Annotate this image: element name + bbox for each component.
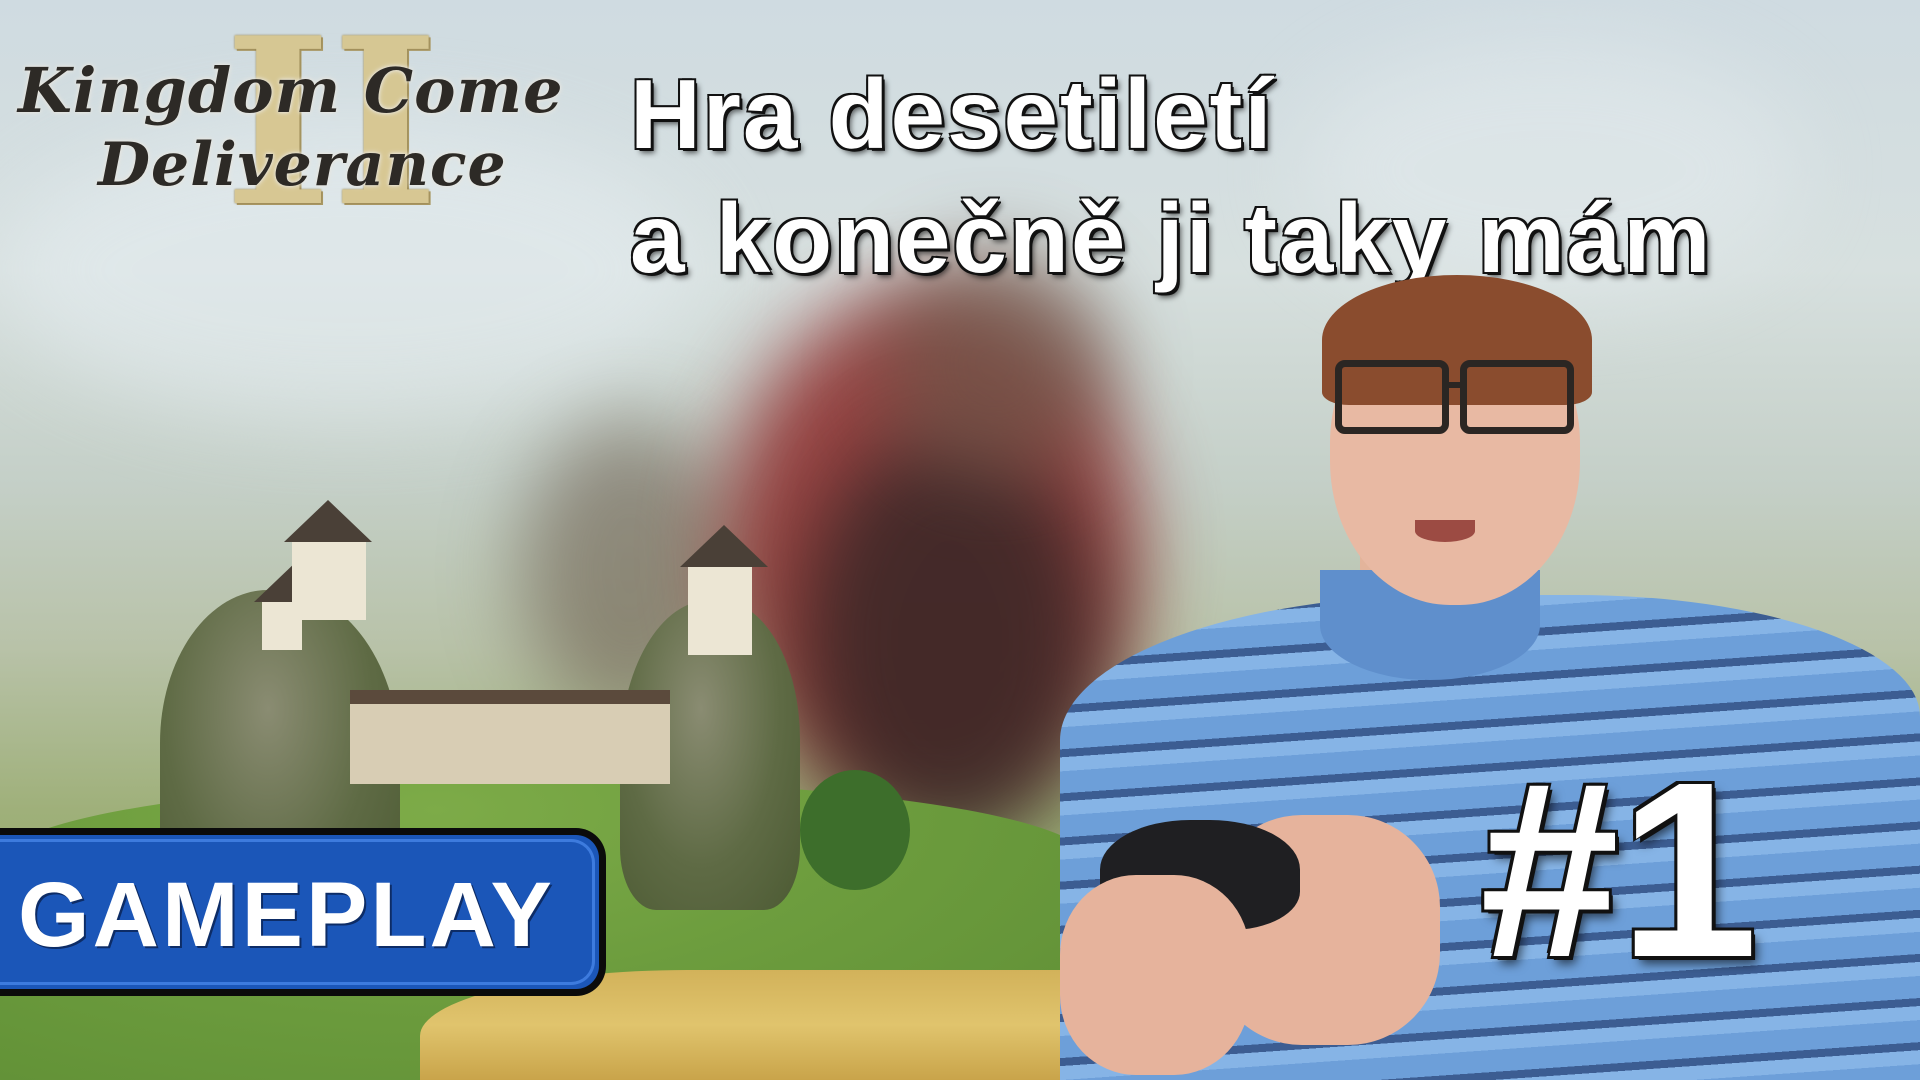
logo-title-line1: Kingdom Come bbox=[18, 54, 564, 127]
castle-tower-right bbox=[680, 525, 768, 655]
game-logo: II Kingdom Come Deliverance bbox=[10, 8, 595, 238]
mouth bbox=[1415, 520, 1475, 542]
tree bbox=[800, 770, 910, 890]
castle-tower-left bbox=[284, 500, 372, 620]
headline-line1: Hra desetiletí bbox=[630, 59, 1274, 169]
glasses-lens-right bbox=[1460, 360, 1574, 434]
left-hand bbox=[1060, 875, 1250, 1075]
headline: Hra desetiletí a konečně ji taky mám bbox=[630, 55, 1890, 297]
glasses-lens-left bbox=[1335, 360, 1449, 434]
castle-wall bbox=[350, 690, 670, 784]
glasses-icon bbox=[1335, 360, 1585, 434]
gameplay-badge-label: GAMEPLAY bbox=[18, 864, 555, 966]
gameplay-badge: GAMEPLAY bbox=[0, 828, 606, 996]
glasses-bridge bbox=[1442, 382, 1460, 388]
episode-number: #1 bbox=[1480, 730, 1759, 1009]
logo-title-line2: Deliverance bbox=[98, 130, 507, 200]
